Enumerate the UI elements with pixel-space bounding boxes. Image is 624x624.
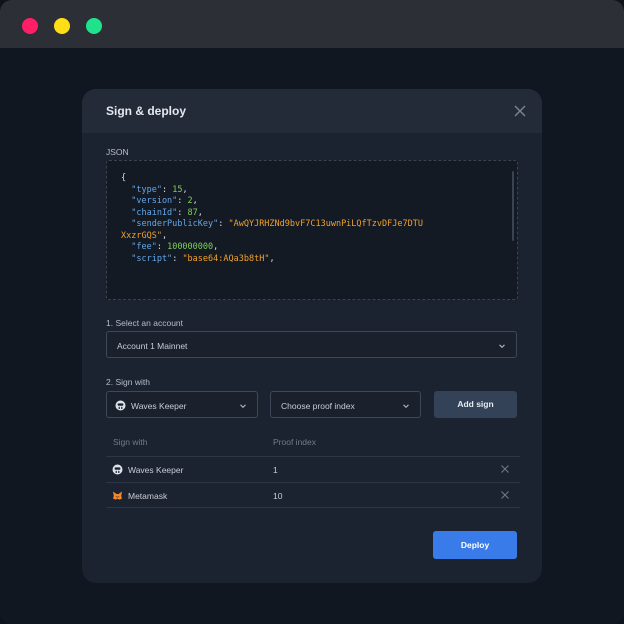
table-header-proof-index: Proof index — [273, 437, 316, 447]
json-line-5: XxzrGQS", — [121, 230, 168, 241]
table-divider — [106, 507, 520, 508]
json-line-2: "version": 2, — [121, 196, 198, 206]
table-row: Waves Keeper 1 — [106, 456, 520, 481]
account-label: 1. Select an account — [106, 318, 184, 328]
row-sign-name: Metamask — [128, 491, 168, 501]
window-titlebar — [0, 0, 624, 48]
sign-with-label: 2. Sign with — [106, 377, 150, 387]
table-row: Metamask 10 — [106, 482, 520, 507]
proof-index-placeholder: Choose proof index — [281, 401, 355, 411]
sign-method-value: Waves Keeper — [131, 401, 187, 411]
window-close-button[interactable] — [22, 18, 38, 34]
proof-index-select[interactable]: Choose proof index — [270, 391, 421, 418]
json-line-1: "type": 15, — [121, 184, 188, 195]
json-line-6: "fee": 100000000, — [121, 242, 219, 252]
row-sign-name: Waves Keeper — [128, 465, 184, 475]
remove-icon[interactable] — [500, 464, 510, 474]
chevron-down-icon — [240, 404, 246, 409]
row-proof-index: 10 — [273, 491, 283, 501]
waves-keeper-icon — [112, 464, 123, 475]
add-sign-button[interactable]: Add sign — [434, 391, 517, 418]
table-header-sign-with: Sign with — [113, 437, 148, 447]
deploy-button[interactable]: Deploy — [433, 531, 517, 559]
account-select[interactable]: Account 1 Mainnet — [106, 331, 517, 358]
json-label: JSON — [106, 147, 129, 157]
waves-keeper-icon — [115, 400, 126, 411]
dialog-header: Sign & deploy — [82, 89, 542, 133]
json-scrollbar[interactable] — [512, 171, 514, 241]
row-proof-index: 1 — [273, 465, 278, 475]
window-minimize-button[interactable] — [54, 18, 70, 34]
sign-method-select[interactable]: Waves Keeper — [106, 391, 258, 418]
close-icon[interactable] — [512, 103, 528, 119]
remove-icon[interactable] — [500, 490, 510, 500]
metamask-icon — [113, 491, 122, 500]
dialog-title: Sign & deploy — [106, 104, 187, 118]
chevron-down-icon — [403, 404, 409, 409]
json-line-4: "senderPublicKey": "AwQYJRHZNd9bvF7C13uw… — [121, 219, 423, 229]
json-line-7: "script": "base64:AQa3b8tH", — [121, 253, 275, 264]
json-line-0: { — [121, 173, 127, 183]
account-select-value: Account 1 Mainnet — [117, 341, 188, 351]
window-maximize-button[interactable] — [86, 18, 102, 34]
sign-deploy-dialog: Sign & deploy JSON { "type": 15, "versio… — [82, 89, 542, 583]
json-editor[interactable]: { "type": 15, "version": 2, "chainId": 8… — [106, 160, 518, 300]
app-window: Sign & deploy JSON { "type": 15, "versio… — [0, 0, 624, 624]
json-line-3: "chainId": 87, — [121, 207, 203, 218]
chevron-down-icon — [499, 344, 505, 349]
